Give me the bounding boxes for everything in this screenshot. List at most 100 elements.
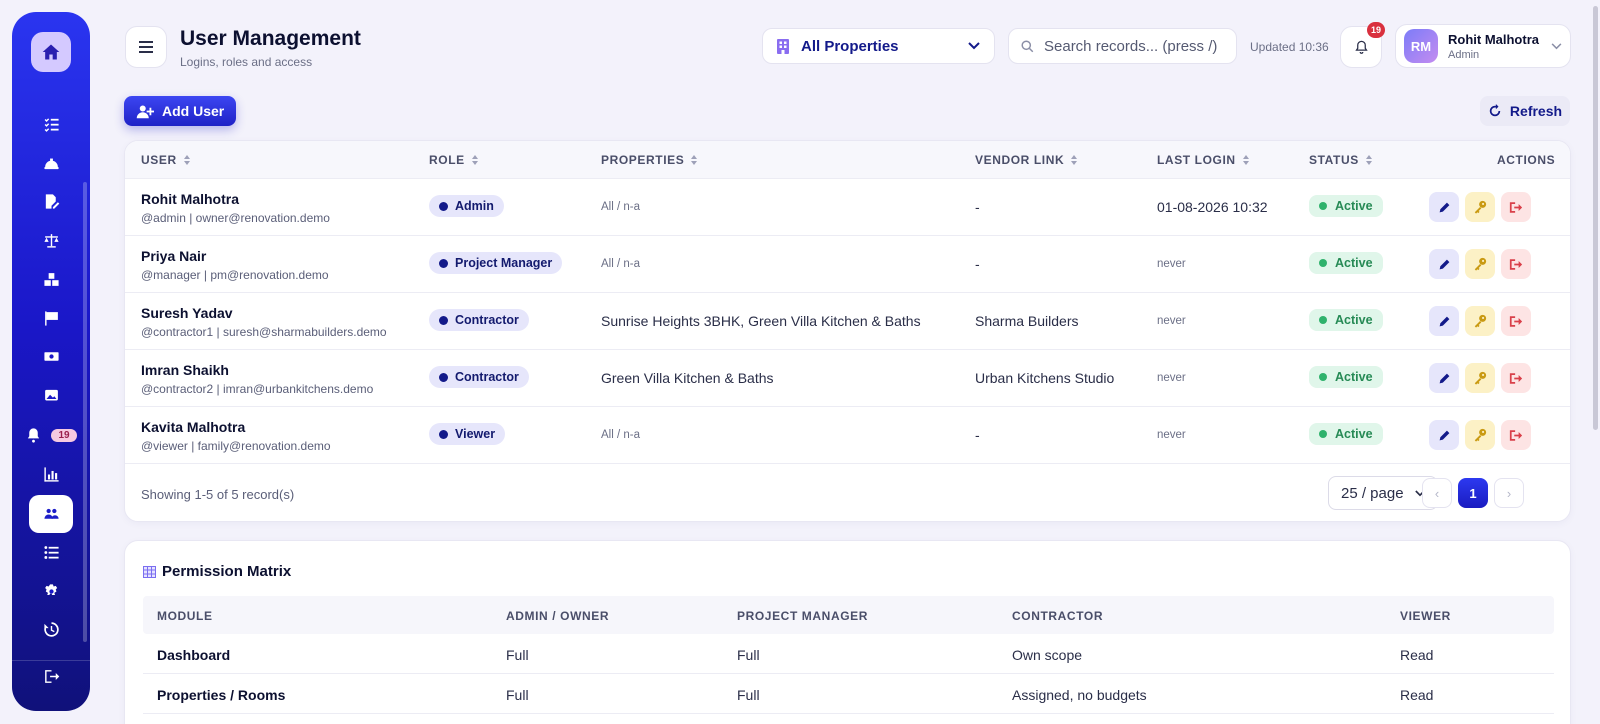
revoke-session-button[interactable] [1501, 306, 1531, 336]
user-cell: Suresh Yadav @contractor1 | suresh@sharm… [141, 305, 387, 339]
reset-password-button[interactable] [1465, 192, 1495, 222]
search-input[interactable] [1044, 37, 1224, 55]
avatar: RM [1404, 29, 1438, 63]
permission-row: Dashboard Full Full Own scope Read [143, 634, 1554, 674]
table-row: Suresh Yadav @contractor1 | suresh@sharm… [125, 293, 1570, 350]
bell-icon [28, 427, 40, 443]
sidebar-item-tasks[interactable] [12, 105, 90, 143]
sidebar-item-reports[interactable] [12, 455, 90, 493]
sidebar-item-notifications[interactable]: 19 [12, 416, 90, 454]
edit-user-button[interactable] [1429, 420, 1459, 450]
last-login-cell: never [1157, 258, 1186, 270]
user-login-email: @manager | pm@renovation.demo [141, 268, 329, 282]
vendor-cell: - [975, 427, 980, 443]
table-icon [143, 565, 156, 578]
table-row: Imran Shaikh @contractor2 | imran@urbank… [125, 350, 1570, 407]
sign-out-icon [1509, 429, 1523, 441]
add-user-label: Add User [162, 103, 225, 119]
admin-permission-cell: Full [506, 647, 529, 663]
revoke-session-button[interactable] [1501, 249, 1531, 279]
permission-table-header: MODULE ADMIN / OWNER PROJECT MANAGER CON… [143, 596, 1554, 634]
search-box[interactable] [1008, 28, 1237, 64]
properties-cell: Green Villa Kitchen & Baths [601, 370, 774, 386]
reset-password-button[interactable] [1465, 306, 1495, 336]
revoke-session-button[interactable] [1501, 420, 1531, 450]
sidebar-item-compare[interactable] [12, 221, 90, 259]
pencil-icon [1439, 373, 1449, 383]
sidebar-item-quotes[interactable] [12, 182, 90, 220]
role-badge: Viewer [429, 423, 506, 445]
refresh-button[interactable]: Refresh [1480, 96, 1570, 126]
sign-out-icon [1509, 315, 1523, 327]
last-login-cell: never [1157, 315, 1186, 327]
sidebar-scrollbar[interactable] [83, 182, 87, 642]
column-header-properties[interactable]: PROPERTIES [601, 153, 698, 167]
sidebar-item-contractors[interactable] [12, 144, 90, 182]
contractor-permission-cell: Assigned, no budgets [1012, 687, 1147, 703]
sidebar-item-settings[interactable] [12, 572, 90, 610]
pm-permission-cell: Full [737, 647, 760, 663]
page-scrollbar[interactable] [1593, 6, 1598, 430]
properties-cell: All / n-a [601, 201, 640, 213]
updated-time: Updated 10:36 [1250, 40, 1329, 54]
refresh-icon [1489, 104, 1501, 117]
sort-icon [471, 155, 478, 165]
sidebar-item-gallery[interactable] [12, 376, 90, 414]
permission-matrix: Permission Matrix MODULE ADMIN / OWNER P… [124, 540, 1571, 724]
sidebar-item-materials[interactable] [12, 260, 90, 298]
sidebar-item-payments[interactable] [12, 337, 90, 375]
column-header-status[interactable]: STATUS [1309, 153, 1372, 167]
page-title: User Management [180, 27, 361, 50]
column-header-role[interactable]: ROLE [429, 153, 478, 167]
column-header-last-login[interactable]: LAST LOGIN [1157, 153, 1249, 167]
edit-user-button[interactable] [1429, 249, 1459, 279]
record-count: Showing 1-5 of 5 record(s) [141, 487, 295, 502]
prev-page-button[interactable]: ‹ [1422, 478, 1452, 508]
chevron-down-icon [1551, 42, 1562, 49]
list-icon [43, 545, 59, 559]
file-edit-icon [45, 193, 59, 209]
edit-user-button[interactable] [1429, 192, 1459, 222]
images-icon [44, 389, 58, 400]
user-name: Rohit Malhotra [1448, 31, 1539, 47]
user-menu[interactable]: RM Rohit Malhotra Admin [1395, 24, 1571, 68]
sign-out-icon [1509, 201, 1523, 213]
property-select[interactable]: All Properties [762, 28, 995, 64]
sidebar-item-history[interactable] [12, 610, 90, 648]
revoke-session-button[interactable] [1501, 192, 1531, 222]
admin-permission-cell: Full [506, 687, 529, 703]
reset-password-button[interactable] [1465, 249, 1495, 279]
boxes-icon [43, 272, 59, 286]
column-header-module: MODULE [157, 609, 213, 623]
reset-password-button[interactable] [1465, 363, 1495, 393]
column-header-contractor: CONTRACTOR [1012, 609, 1104, 623]
reset-password-button[interactable] [1465, 420, 1495, 450]
role-badge: Contractor [429, 309, 529, 331]
last-login-cell: never [1157, 429, 1186, 441]
module-cell: Properties / Rooms [157, 687, 286, 703]
page-button-1[interactable]: 1 [1458, 478, 1488, 508]
last-login-cell: 01-08-2026 10:32 [1157, 199, 1268, 215]
user-role: Admin [1448, 48, 1480, 61]
role-badge: Contractor [429, 366, 529, 388]
chart-icon [43, 466, 59, 482]
money-icon [43, 351, 59, 361]
menu-toggle-button[interactable] [125, 26, 167, 68]
sidebar-item-users[interactable] [12, 495, 90, 533]
pm-permission-cell: Full [737, 687, 760, 703]
add-user-button[interactable]: Add User [124, 96, 237, 126]
column-header-vendor[interactable]: VENDOR LINK [975, 153, 1078, 167]
properties-cell: Sunrise Heights 3BHK, Green Villa Kitche… [601, 313, 921, 329]
edit-user-button[interactable] [1429, 306, 1459, 336]
notifications-button[interactable]: 19 [1340, 22, 1385, 68]
edit-user-button[interactable] [1429, 363, 1459, 393]
sidebar-item-logs[interactable] [12, 533, 90, 571]
sidebar-item-logout[interactable] [12, 657, 90, 695]
column-header-user[interactable]: USER [141, 153, 190, 167]
revoke-session-button[interactable] [1501, 363, 1531, 393]
user-name: Priya Nair [141, 248, 207, 264]
properties-cell: All / n-a [601, 258, 640, 270]
home-logo-icon[interactable] [31, 32, 71, 72]
sidebar-item-milestones[interactable] [12, 299, 90, 337]
next-page-button[interactable]: › [1494, 478, 1524, 508]
